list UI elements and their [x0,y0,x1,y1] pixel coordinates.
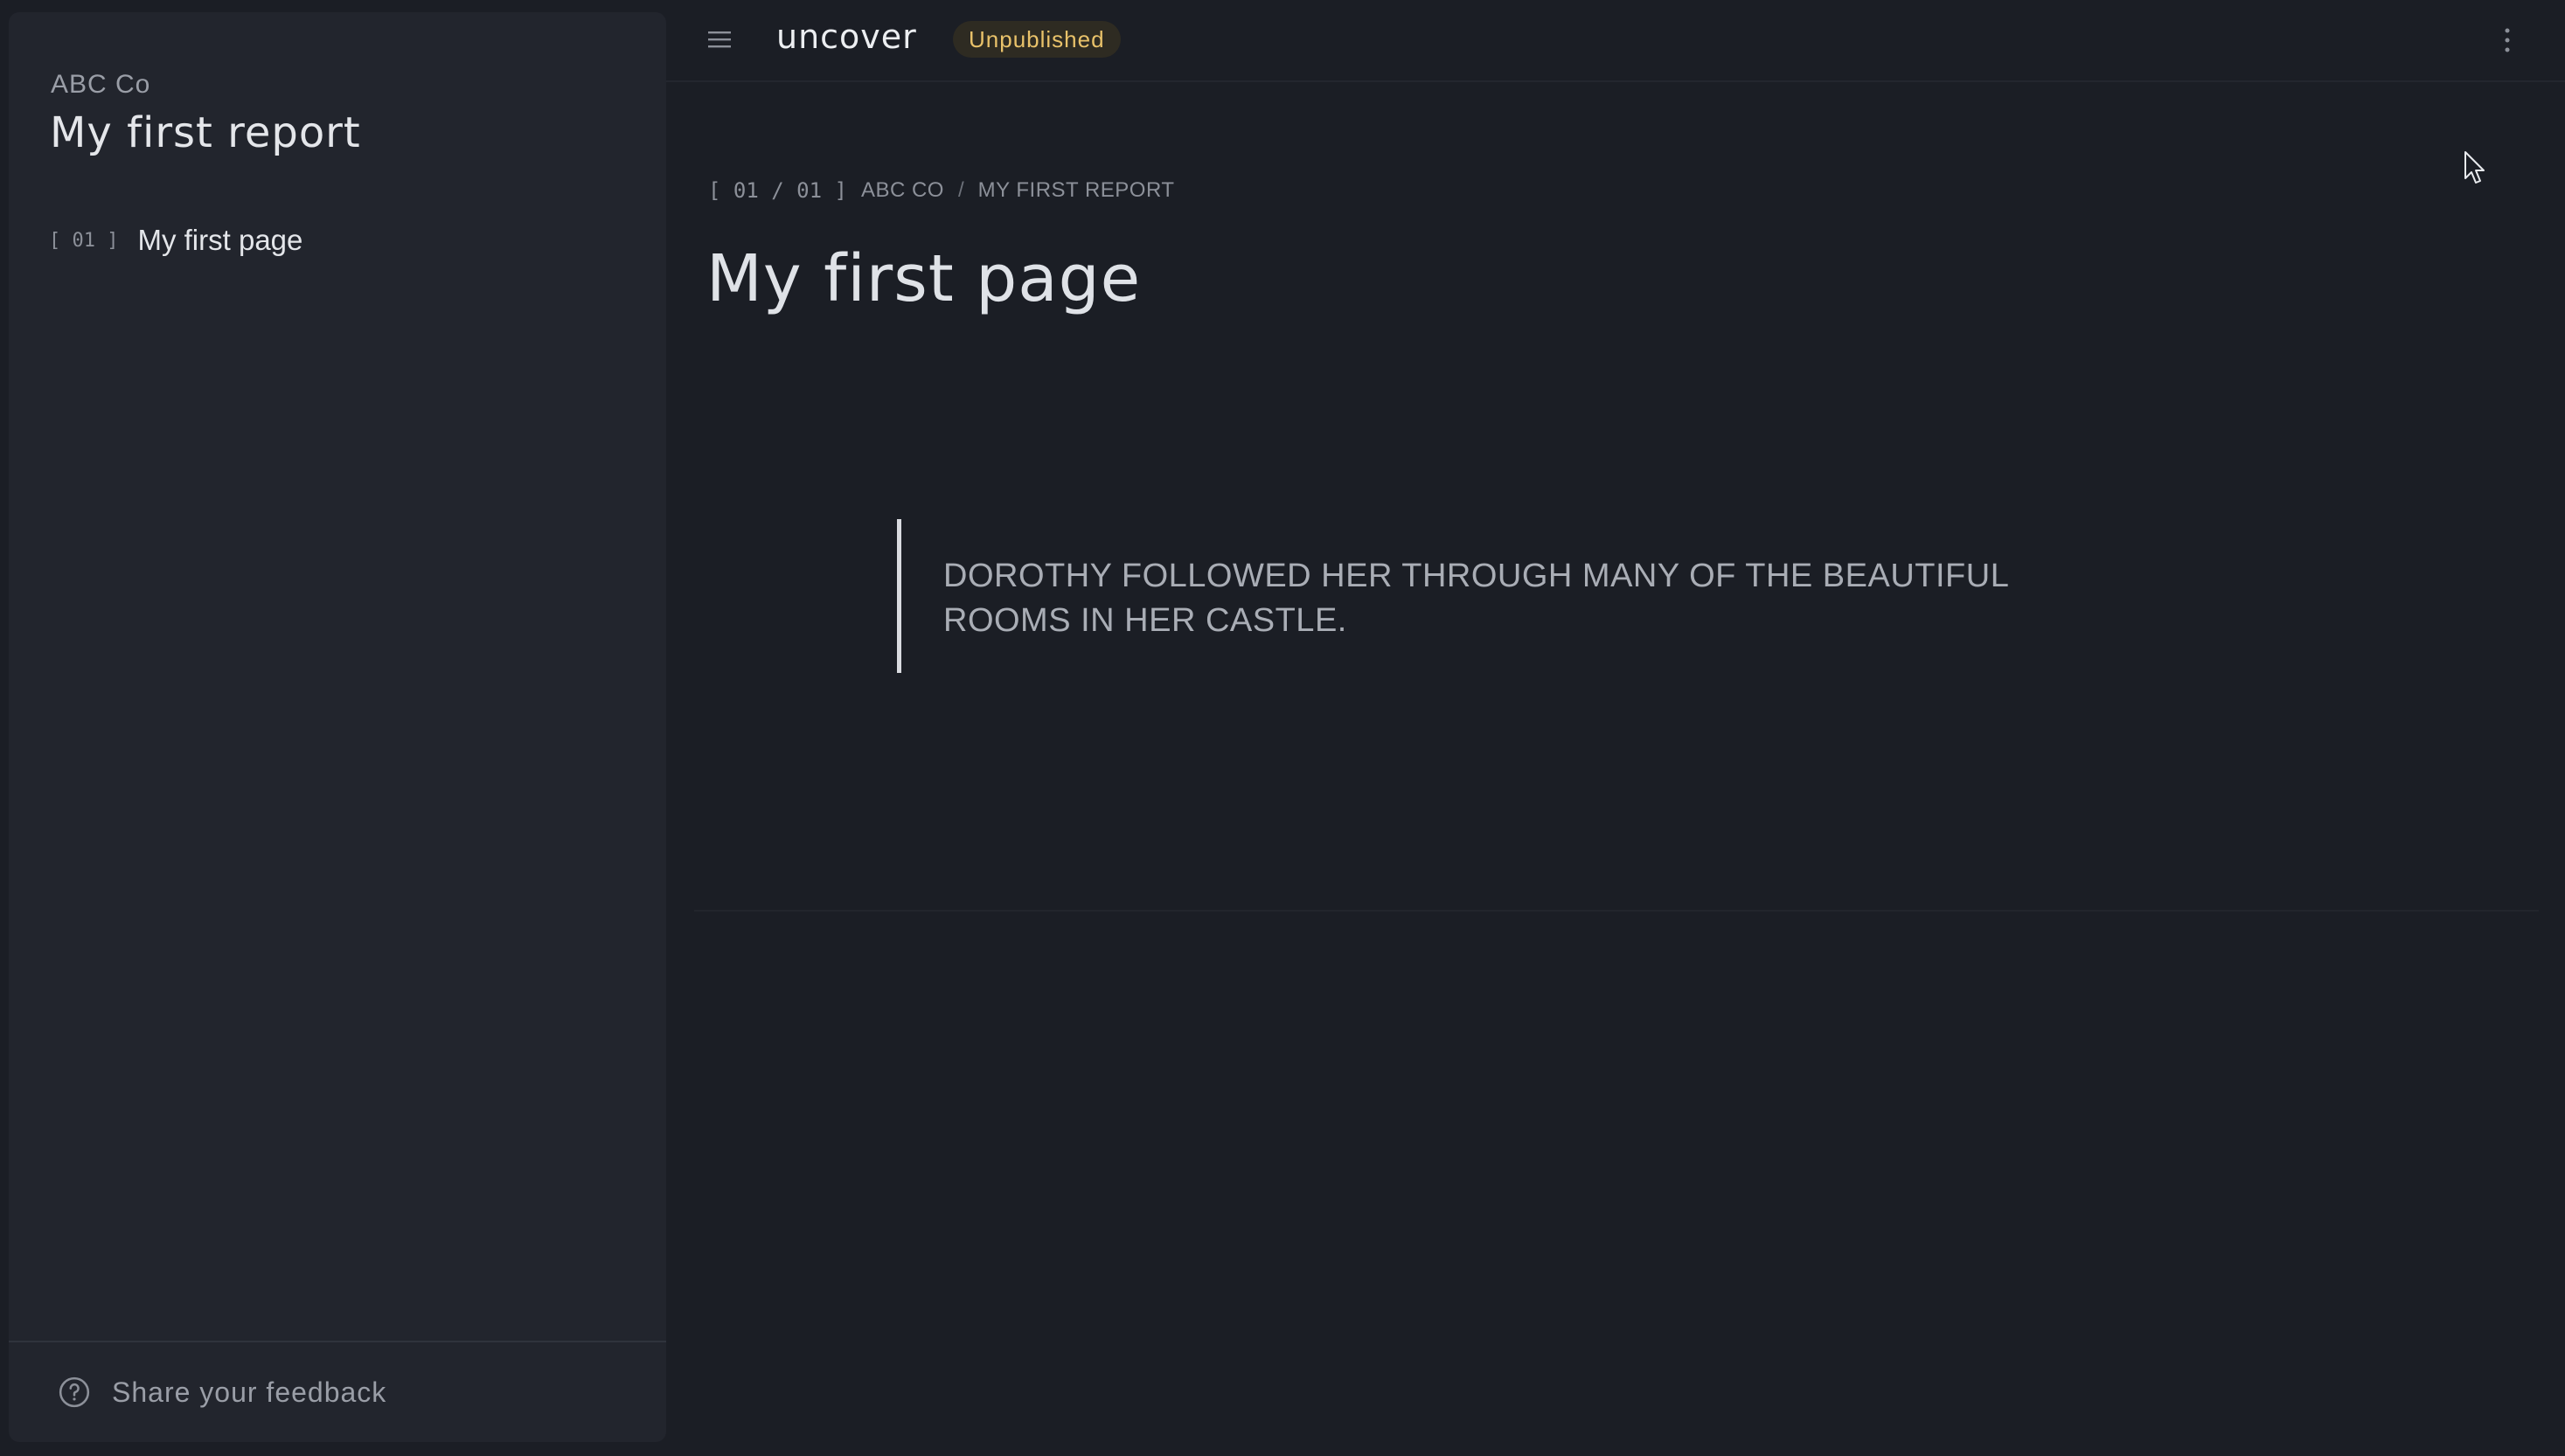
breadcrumb: [ 01 / 01 ] ABC CO / MY FIRST REPORT [708,178,1175,203]
help-circle-icon [59,1376,90,1408]
page-title: My first page [706,241,1142,316]
sidebar-item-label: My first page [137,224,303,256]
breadcrumb-separator: / [957,178,964,202]
kebab-vertical-icon[interactable] [2502,26,2513,54]
breadcrumb-org[interactable]: ABC CO [861,178,944,203]
breadcrumb-page-index: [ 01 / 01 ] [708,178,847,203]
mouse-cursor-icon [2464,151,2485,184]
top-bar: uncover Unpublished [666,0,2565,82]
quote-block[interactable]: DOROTHY FOLLOWED HER THROUGH MANY OF THE… [897,519,2033,673]
feedback-label: Share your feedback [112,1376,387,1408]
app-logo[interactable]: uncover [776,17,917,56]
page-index-label: [ 01 ] [49,229,119,252]
hamburger-icon[interactable] [706,28,733,51]
org-name: ABC Co [51,70,151,99]
content-divider [694,910,2539,912]
status-badge: Unpublished [953,21,1121,58]
breadcrumb-report[interactable]: MY FIRST REPORT [978,178,1175,203]
report-title: My first report [50,108,361,157]
share-feedback-button[interactable]: Share your feedback [9,1341,666,1442]
sidebar: ABC Co My first report [ 01 ] My first p… [9,12,666,1442]
quote-text: DOROTHY FOLLOWED HER THROUGH MANY OF THE… [943,558,2008,639]
sidebar-item-my-first-page[interactable]: [ 01 ] My first page [49,224,302,257]
